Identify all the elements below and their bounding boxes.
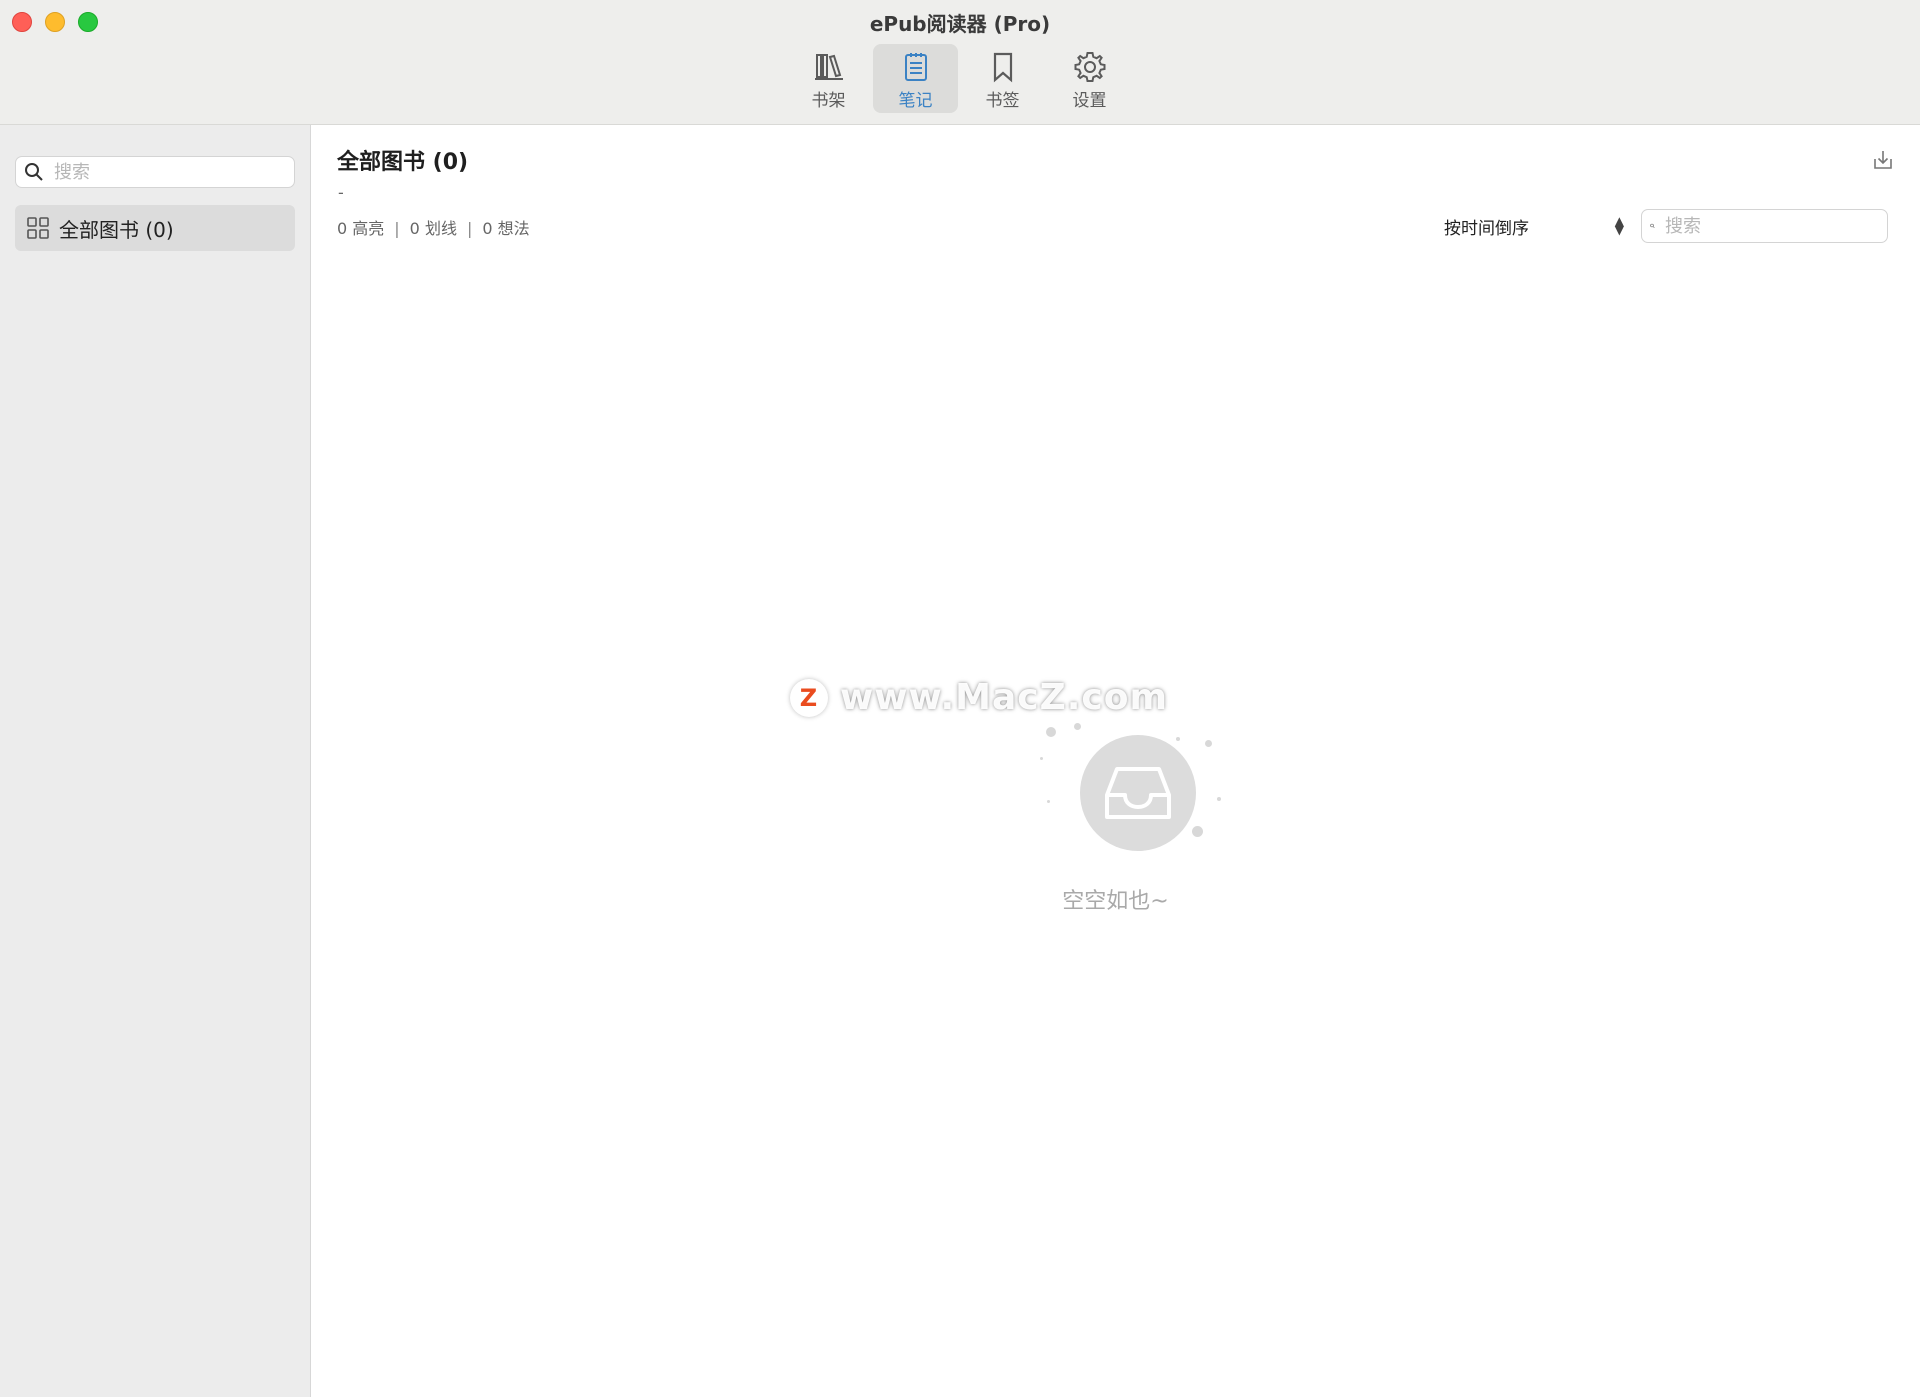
empty-state-text: 空空如也~ [1062,889,1169,914]
book-subtitle: - [338,183,344,202]
search-icon [25,163,43,181]
bookshelf-icon [814,54,843,80]
thought-count: 0 想法 [482,219,530,238]
tab-bookmarks-label: 书签 [985,91,1020,111]
tab-bookmarks[interactable]: 书签 [960,44,1045,113]
title-bar: ePub阅读器 (Pro) 书架 笔记 书签 设置 [0,0,1920,125]
sidebar: 全部图书 (0) [0,125,311,1397]
notes-icon [904,53,927,81]
sidebar-search[interactable] [15,156,295,188]
sort-select[interactable]: 按时间倒序 ▲ ▼ [1444,211,1624,241]
tab-notes-label: 笔记 [898,91,933,111]
watermark: Z www.MacZ.com [790,677,1168,718]
tab-bookshelf-label: 书架 [811,91,846,111]
sort-label: 按时间倒序 [1444,218,1529,239]
page-title: 全部图书 (0) [337,150,469,175]
notes-search[interactable] [1641,209,1888,243]
stats-separator: | [466,219,473,238]
main-content: 全部图书 (0) - 0 高亮 | 0 划线 | 0 想法 按时间倒序 ▲▼ [311,125,1920,1397]
chevron-updown-icon: ▲ ▼ [1614,214,1624,237]
gear-icon [1074,52,1105,82]
sidebar-search-input[interactable] [52,160,276,184]
watermark-logo-icon: Z [790,678,828,717]
tab-notes[interactable]: 笔记 [873,44,958,113]
watermark-text: www.MacZ.com [840,677,1168,718]
inbox-icon [1105,767,1171,819]
grid-icon [27,217,49,239]
sidebar-item-all-books[interactable]: 全部图书 (0) [15,205,295,251]
main-toolbar: 书架 笔记 书签 设置 [786,44,1132,113]
window-title: ePub阅读器 (Pro) [869,12,1051,36]
search-icon [1650,223,1655,229]
stats-separator: | [394,219,400,238]
tab-settings-label: 设置 [1072,91,1107,111]
underline-count: 0 划线 [409,219,457,238]
notes-search-input[interactable] [1663,214,1887,238]
inbox-circle [1080,735,1196,851]
app-window: ePub阅读器 (Pro) 书架 笔记 书签 设置 搜索 全部图书 (0) 全部… [0,0,1920,1397]
highlight-count: 0 高亮 [337,219,385,238]
export-icon[interactable] [1870,147,1896,173]
note-stats: 0 高亮 | 0 划线 | 0 想法 [337,215,530,239]
tab-settings[interactable]: 设置 [1047,44,1132,113]
tab-bookshelf[interactable]: 书架 [786,44,871,113]
bookmark-icon [993,52,1012,83]
sidebar-item-label: 全部图书 (0) [59,217,174,242]
